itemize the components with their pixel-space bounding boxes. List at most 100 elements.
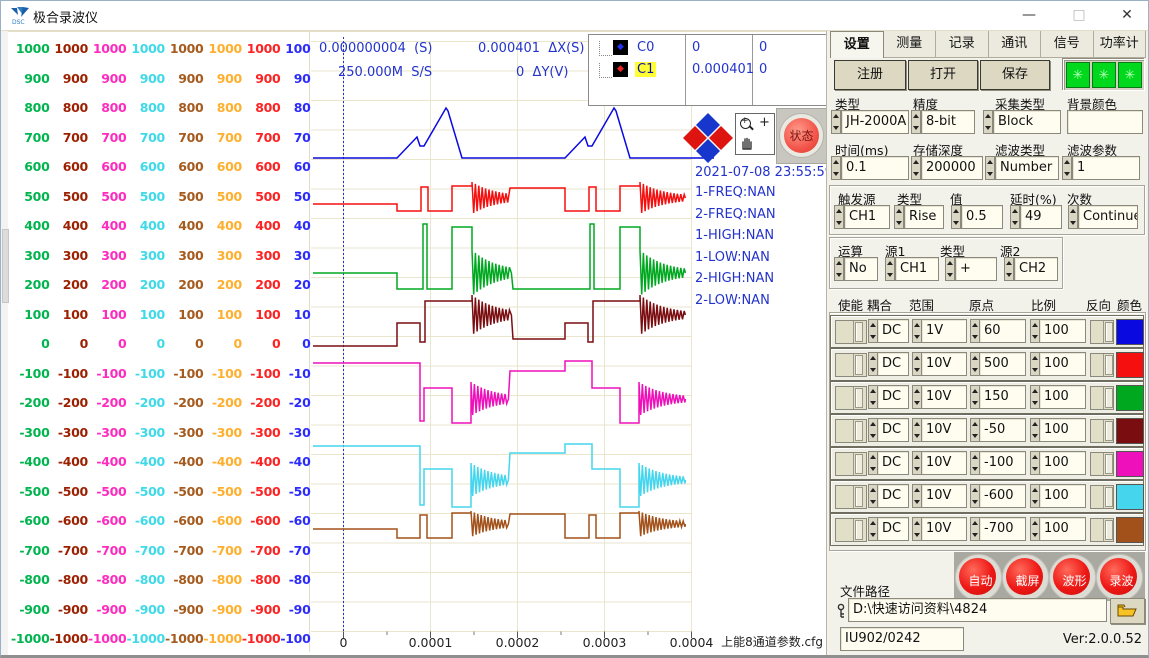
pan-hand-icon[interactable]	[740, 136, 754, 150]
record-button-1[interactable]: 自动	[955, 554, 1002, 601]
channel-color-swatch[interactable]	[1116, 484, 1144, 510]
channel-origin-field[interactable]: -700	[979, 517, 1026, 541]
trigger-delay-spinner[interactable]	[1010, 205, 1020, 229]
channel-range-field[interactable]: 10V	[921, 385, 967, 409]
channel-color-swatch[interactable]	[1116, 517, 1144, 543]
channel-range-field[interactable]: 10V	[921, 418, 967, 442]
math-src2-field[interactable]: CH2	[1014, 257, 1058, 281]
tab-通讯[interactable]: 通讯	[989, 31, 1042, 58]
channel-origin-field[interactable]: -100	[979, 451, 1026, 475]
math-op-field[interactable]: No	[844, 257, 878, 281]
trigger-source-spinner[interactable]	[834, 205, 844, 229]
channel-scale-field[interactable]: 100	[1039, 517, 1086, 541]
device-id-field[interactable]: IU902/0242	[840, 627, 964, 651]
channel-range-field[interactable]: 10V	[921, 352, 967, 376]
trigger-source-field[interactable]: CH1	[844, 205, 890, 229]
channel-scale-field[interactable]: 100	[1039, 352, 1086, 376]
channel-range-field[interactable]: 10V	[921, 517, 967, 541]
precision-spinner[interactable]	[911, 110, 921, 134]
channel-coupling-field[interactable]: DC	[877, 352, 909, 376]
channel-invert-toggle[interactable]	[1090, 353, 1114, 377]
record-button-2[interactable]: 截屏	[1002, 554, 1049, 601]
trigger-value-spinner[interactable]	[951, 205, 961, 229]
channel-invert-toggle[interactable]	[1090, 386, 1114, 410]
filter-param-field[interactable]: 1	[1072, 156, 1140, 180]
channel-enable-toggle[interactable]	[835, 353, 867, 377]
maximize-button[interactable]: □	[1059, 1, 1099, 29]
math-src2-spinner[interactable]	[1004, 257, 1014, 281]
zoom-tool-icon[interactable]	[740, 118, 751, 129]
math-type-field[interactable]: +	[955, 257, 997, 281]
math-src1-spinner[interactable]	[885, 257, 895, 281]
channel-invert-toggle[interactable]	[1090, 518, 1114, 542]
filter-type-spinner[interactable]	[985, 156, 995, 180]
math-op-spinner[interactable]	[834, 257, 844, 281]
tab-测量[interactable]: 测量	[884, 31, 937, 58]
channel-enable-toggle[interactable]	[835, 518, 867, 542]
trigger-type-field[interactable]: Rise	[904, 205, 944, 229]
channel-color-swatch[interactable]	[1116, 418, 1144, 444]
channel-origin-field[interactable]: 150	[979, 385, 1026, 409]
channel-enable-toggle[interactable]	[835, 452, 867, 476]
channel-invert-toggle[interactable]	[1090, 485, 1114, 509]
precision-field[interactable]: 8-bit	[921, 110, 975, 134]
filter-param-spinner[interactable]	[1062, 156, 1072, 180]
channel-range-field[interactable]: 10V	[921, 484, 967, 508]
channel-origin-field[interactable]: 60	[979, 319, 1026, 343]
status-button[interactable]: 状态	[776, 108, 827, 164]
channel-origin-field[interactable]: -50	[979, 418, 1026, 442]
record-button-3[interactable]: 波形	[1049, 554, 1096, 601]
scrollbar-thumb[interactable]	[2, 229, 9, 303]
crosshair-tool-icon[interactable]: +	[759, 115, 770, 130]
channel-scale-field[interactable]: 100	[1039, 418, 1086, 442]
channel-origin-field[interactable]: -600	[979, 484, 1026, 508]
browse-folder-button[interactable]	[1110, 598, 1145, 624]
acq-type-spinner[interactable]	[983, 110, 993, 134]
channel-scale-field[interactable]: 100	[1039, 451, 1086, 475]
channel-origin-field[interactable]: 500	[979, 352, 1026, 376]
channel-enable-toggle[interactable]	[835, 386, 867, 410]
close-button[interactable]: ✕	[1107, 1, 1147, 29]
trigger-delay-field[interactable]: 49	[1020, 205, 1062, 229]
trigger-count-field[interactable]: Continue	[1078, 205, 1138, 229]
channel-coupling-field[interactable]: DC	[877, 451, 909, 475]
channel-scale-field[interactable]: 100	[1039, 484, 1086, 508]
channel-coupling-field[interactable]: DC	[877, 319, 909, 343]
time-field[interactable]: 0.1	[841, 156, 909, 180]
status-led[interactable]: ✳	[1118, 62, 1142, 88]
save-button[interactable]: 保存	[980, 60, 1050, 90]
tab-功率计[interactable]: 功率计	[1094, 31, 1147, 58]
acq-type-field[interactable]: Block	[993, 110, 1061, 134]
cursor-row[interactable]: ◆C10.0004010	[589, 61, 826, 81]
channel-scale-field[interactable]: 100	[1039, 385, 1086, 409]
channel-coupling-field[interactable]: DC	[877, 385, 909, 409]
channel-enable-toggle[interactable]	[835, 320, 867, 344]
channel-color-swatch[interactable]	[1116, 352, 1144, 378]
channel-invert-toggle[interactable]	[1090, 419, 1114, 443]
left-scrollbar[interactable]	[1, 31, 8, 656]
status-led[interactable]: ✳	[1066, 62, 1090, 88]
math-src1-field[interactable]: CH1	[895, 257, 939, 281]
channel-color-swatch[interactable]	[1116, 319, 1144, 345]
type-field[interactable]: JH-2000A	[841, 110, 909, 134]
tab-信号[interactable]: 信号	[1041, 31, 1094, 58]
register-button[interactable]: 注册	[834, 60, 906, 90]
cursor-row[interactable]: ◆C000	[589, 39, 826, 59]
open-button[interactable]: 打开	[908, 60, 978, 90]
bg-color-field[interactable]	[1067, 110, 1143, 134]
file-path-field[interactable]: D:\快速访问资料\4824	[848, 598, 1107, 622]
channel-color-swatch[interactable]	[1116, 451, 1144, 477]
trigger-value-field[interactable]: 0.5	[961, 205, 1003, 229]
channel-color-swatch[interactable]	[1116, 385, 1144, 411]
channel-enable-toggle[interactable]	[835, 419, 867, 443]
status-led[interactable]: ✳	[1092, 62, 1116, 88]
channel-invert-toggle[interactable]	[1090, 452, 1114, 476]
depth-field[interactable]: 200000	[921, 156, 983, 180]
trigger-count-spinner[interactable]	[1068, 205, 1078, 229]
tab-记录[interactable]: 记录	[936, 31, 989, 58]
channel-coupling-field[interactable]: DC	[877, 484, 909, 508]
math-type-spinner[interactable]	[945, 257, 955, 281]
record-button-4[interactable]: 录波	[1096, 554, 1143, 601]
channel-range-field[interactable]: 1V	[921, 319, 967, 343]
cursor-name[interactable]: C1	[635, 62, 656, 77]
